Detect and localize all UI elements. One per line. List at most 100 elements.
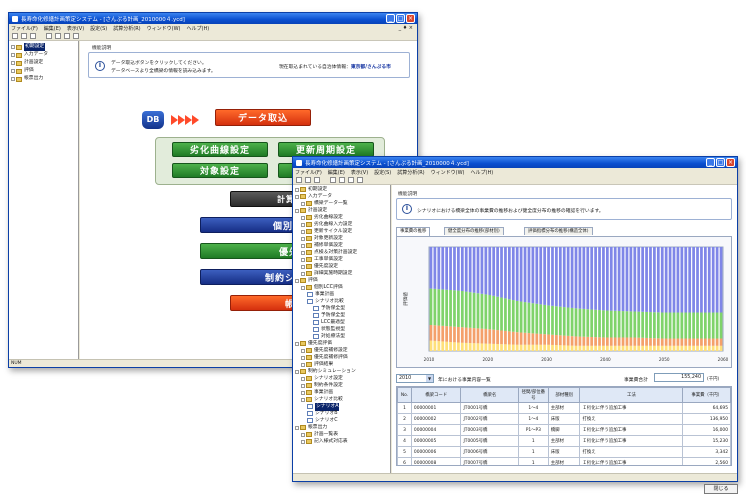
renewal-cycle-button[interactable]: 更新周期設定 — [278, 142, 374, 157]
expand-icon[interactable] — [301, 243, 305, 248]
mdi-controls[interactable]: _ ♦ × — [399, 25, 413, 31]
tree-item[interactable]: 帳票出力 — [295, 424, 388, 431]
col-no[interactable]: No. — [397, 387, 412, 403]
maximize-button[interactable]: □ — [716, 158, 725, 167]
tree-item[interactable]: シナリオA — [295, 402, 388, 411]
col-method[interactable]: 工法 — [579, 387, 684, 403]
expand-icon[interactable] — [301, 376, 305, 381]
table-row[interactable]: 4 00000005 JT0005号橋 1 主部材 Ｉ桁化に伴う追加工事 15,230 — [397, 435, 731, 447]
tree-item-plan[interactable]: 計画設定 — [11, 59, 76, 67]
expand-icon[interactable] — [301, 390, 305, 395]
cut-icon[interactable] — [46, 33, 52, 39]
close-dialog-button[interactable]: 閉じる — [704, 484, 738, 494]
tree-item[interactable]: 工事単価設定 — [295, 256, 388, 263]
help-icon[interactable] — [357, 177, 363, 183]
table-row[interactable]: 5 00000006 JT0006号橋 1 床版 打換え 3,342 — [397, 446, 731, 458]
close-button[interactable]: × — [726, 158, 735, 167]
tree-item[interactable]: 記入様式対応表 — [295, 438, 388, 445]
maximize-button[interactable]: □ — [396, 14, 405, 23]
menu-analysis[interactable]: 試算分析(R) — [397, 169, 424, 176]
menu-view[interactable]: 表示(V) — [67, 25, 84, 32]
new-icon[interactable] — [296, 177, 302, 183]
expand-icon[interactable] — [301, 201, 305, 206]
expand-icon[interactable] — [295, 278, 299, 283]
expand-icon[interactable] — [301, 236, 305, 241]
expand-icon[interactable] — [301, 383, 305, 388]
expand-icon[interactable] — [301, 432, 305, 437]
tree-item-initial[interactable]: 初期設定 — [11, 43, 76, 51]
help-icon[interactable] — [73, 33, 79, 39]
col-span[interactable]: 径間/部位番号 — [517, 387, 549, 403]
cut-icon[interactable] — [330, 177, 336, 183]
open-icon[interactable] — [305, 177, 311, 183]
tree-item[interactable]: シナリオB — [295, 410, 388, 417]
table-row[interactable]: 2 00000002 JT0002号橋 1〜4 床版 打換え 136,950 — [397, 413, 731, 425]
minimize-button[interactable]: _ — [706, 158, 715, 167]
col-bridge-code[interactable]: 橋梁コード — [410, 387, 462, 403]
new-icon[interactable] — [12, 33, 18, 39]
expand-icon[interactable] — [301, 439, 305, 444]
expand-icon[interactable] — [301, 362, 305, 367]
expand-icon[interactable] — [295, 369, 299, 374]
menu-settings[interactable]: 設定(S) — [90, 25, 107, 32]
expand-icon[interactable] — [301, 271, 305, 276]
deterioration-curve-button[interactable]: 劣化曲線設定 — [172, 142, 268, 157]
table-row[interactable]: 3 00000004 JT0003号橋 P1〜P3 橋脚 Ｉ桁化に伴う追加工事 16,000 — [397, 424, 731, 436]
menu-settings[interactable]: 設定(S) — [374, 169, 391, 176]
tree-item-eval[interactable]: 評価 — [11, 67, 76, 75]
expand-icon[interactable] — [295, 425, 299, 430]
menu-edit[interactable]: 編集(E) — [328, 169, 345, 176]
year-select[interactable]: 2010 ▼ — [396, 374, 434, 383]
expand-icon[interactable] — [301, 348, 305, 353]
tab-health-member[interactable]: 健全度分布の推移(部材別) — [444, 227, 504, 235]
minimize-button[interactable]: _ — [386, 14, 395, 23]
expand-icon[interactable] — [301, 215, 305, 220]
tab-health-structure[interactable]: 評価指標分布の推移(構造全体) — [524, 227, 593, 235]
expand-icon[interactable] — [301, 397, 305, 402]
menu-window[interactable]: ウィンドウ(W) — [147, 25, 181, 32]
expand-icon[interactable] — [295, 341, 299, 346]
expand-icon[interactable] — [295, 194, 299, 199]
paste-icon[interactable] — [348, 177, 354, 183]
front-titlebar[interactable]: 長寿命化修繕計画策定システム - [さんぷる計画_2010000４.ycd] _… — [293, 157, 737, 168]
data-import-button[interactable]: データ取込 — [215, 109, 311, 126]
tree-item-report[interactable]: 帳票出力 — [11, 75, 76, 83]
paste-icon[interactable] — [64, 33, 70, 39]
expand-icon[interactable] — [295, 208, 299, 213]
menu-window[interactable]: ウィンドウ(W) — [431, 169, 465, 176]
menu-view[interactable]: 表示(V) — [351, 169, 368, 176]
tab-cost[interactable]: 事業費の推移 — [396, 227, 431, 236]
menu-edit[interactable]: 編集(E) — [44, 25, 61, 32]
save-icon[interactable] — [314, 177, 320, 183]
table-row[interactable]: 1 00000001 JT0001号橋 1〜4 主部材 Ｉ桁化に伴う追加工事 64,695 — [397, 402, 731, 414]
tree-item[interactable]: 個別LCC評価 — [295, 284, 388, 291]
expand-icon[interactable] — [301, 229, 305, 234]
open-icon[interactable] — [21, 33, 27, 39]
menu-file[interactable]: ファイル(F) — [295, 169, 322, 176]
tree-item[interactable]: 優先度補修評価 — [295, 354, 388, 361]
menu-file[interactable]: ファイル(F) — [11, 25, 38, 32]
col-member[interactable]: 部材種別 — [547, 387, 581, 403]
tree-item[interactable]: 制約条件設定 — [295, 382, 388, 389]
expand-icon[interactable] — [295, 187, 299, 192]
expand-icon[interactable] — [301, 250, 305, 255]
expand-icon[interactable] — [301, 257, 305, 262]
menu-analysis[interactable]: 試算分析(R) — [113, 25, 140, 32]
expand-icon[interactable] — [301, 285, 305, 290]
col-cost[interactable]: 事業費（千円） — [682, 387, 731, 403]
menu-help[interactable]: ヘルプ(H) — [187, 25, 210, 32]
save-icon[interactable] — [30, 33, 36, 39]
menu-help[interactable]: ヘルプ(H) — [471, 169, 494, 176]
back-titlebar[interactable]: 長寿命化修繕計画策定システム - [さんぷる計画_2010000４.ycd] _… — [9, 13, 417, 24]
close-button[interactable]: × — [406, 14, 415, 23]
target-setting-button[interactable]: 対象設定 — [172, 163, 268, 178]
table-row[interactable]: 6 00000008 JT0007号橋 1 主部材 Ｉ桁化に伴う追加工事 2,560 — [397, 457, 731, 465]
expand-icon[interactable] — [301, 222, 305, 227]
copy-icon[interactable] — [55, 33, 61, 39]
expand-icon[interactable] — [301, 355, 305, 360]
col-bridge-name[interactable]: 橋梁名 — [460, 387, 519, 403]
expand-icon[interactable] — [301, 264, 305, 269]
tree-item[interactable]: シナリオ比較 — [295, 396, 388, 403]
tree-item-input[interactable]: 入力データ — [11, 51, 76, 59]
copy-icon[interactable] — [339, 177, 345, 183]
